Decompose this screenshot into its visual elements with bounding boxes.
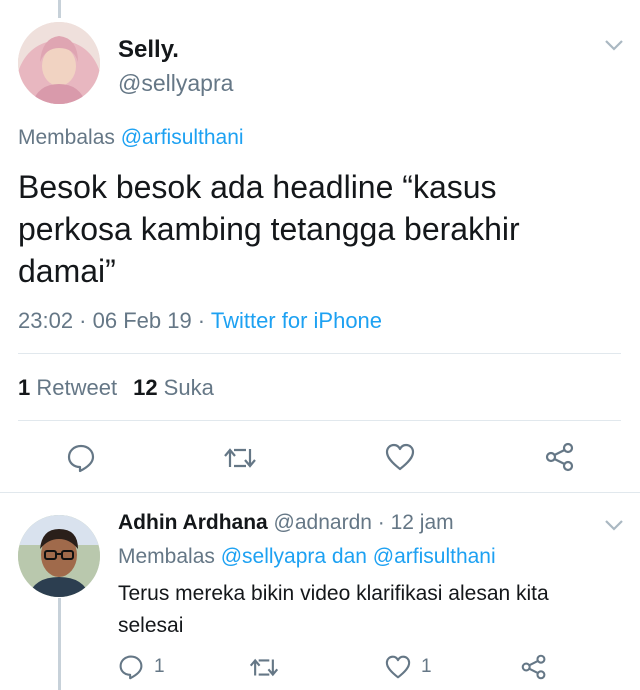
chevron-down-icon[interactable]	[604, 518, 624, 532]
reply-like-count: 1	[421, 656, 432, 677]
share-button[interactable]	[544, 442, 576, 472]
reply-count: 1	[154, 656, 165, 677]
thread-line-bottom	[58, 598, 61, 690]
reply-author-name[interactable]: Adhin Ardhana	[118, 511, 268, 534]
mention-link[interactable]: @arfisulthani	[121, 126, 244, 149]
author-name[interactable]: Selly.	[118, 36, 179, 64]
like-count: 12	[133, 375, 158, 400]
divider	[18, 420, 621, 421]
reply-icon	[67, 444, 95, 473]
divider	[0, 492, 640, 493]
reply-share-button[interactable]	[520, 654, 548, 680]
reply-text: Terus mereka bikin video klarifikasi ale…	[118, 582, 549, 637]
tweet-text: Besok besok ada headline “kasus perkosa …	[18, 169, 520, 289]
chevron-down-icon[interactable]	[604, 38, 624, 52]
reply-like-button[interactable]: 1	[385, 655, 432, 679]
retweet-label: Retweet	[30, 375, 118, 400]
reply-replying-to: Membalas @sellyapra dan @arfisulthani	[118, 545, 496, 569]
like-button[interactable]	[385, 443, 415, 471]
author-handle[interactable]: @sellyapra	[118, 70, 233, 97]
reply-reply-button[interactable]: 1	[118, 654, 165, 680]
tweet-timestamp: 23:02 · 06 Feb 19 ·	[18, 308, 211, 333]
replying-to-label: Membalas	[18, 126, 121, 149]
like-icon	[385, 655, 411, 679]
thread-line-top	[58, 0, 61, 18]
retweet-button[interactable]	[222, 445, 258, 471]
tweet-source-link[interactable]: Twitter for iPhone	[211, 308, 382, 333]
retweet-count: 1	[18, 375, 31, 400]
like-label: Suka	[157, 375, 214, 400]
reply-icon	[119, 655, 143, 680]
retweet-icon	[249, 658, 279, 677]
like-stat[interactable]: 12 Suka	[133, 375, 214, 400]
reply-retweet-button[interactable]	[248, 656, 280, 679]
retweet-icon	[224, 448, 256, 468]
divider	[18, 353, 621, 354]
tweet-stats: 1 Retweet 12 Suka	[18, 375, 214, 401]
share-icon	[521, 654, 546, 680]
share-icon	[545, 442, 574, 472]
tweet-meta: 23:02 · 06 Feb 19 · Twitter for iPhone	[18, 308, 382, 334]
retweet-stat[interactable]: 1 Retweet	[18, 375, 117, 400]
reply-header: Adhin Ardhana @adnardn · 12 jam	[118, 511, 454, 535]
like-icon	[385, 443, 415, 471]
reply-author-handle[interactable]: @adnardn	[268, 511, 372, 534]
reply-timestamp: · 12 jam	[371, 511, 454, 534]
avatar-selly[interactable]	[18, 22, 100, 104]
avatar-adhin[interactable]	[18, 515, 100, 597]
replying-to: Membalas @arfisulthani	[18, 126, 244, 150]
mention-links[interactable]: @sellyapra dan @arfisulthani	[221, 545, 496, 568]
replying-to-label: Membalas	[118, 545, 221, 568]
reply-button[interactable]	[66, 443, 96, 473]
